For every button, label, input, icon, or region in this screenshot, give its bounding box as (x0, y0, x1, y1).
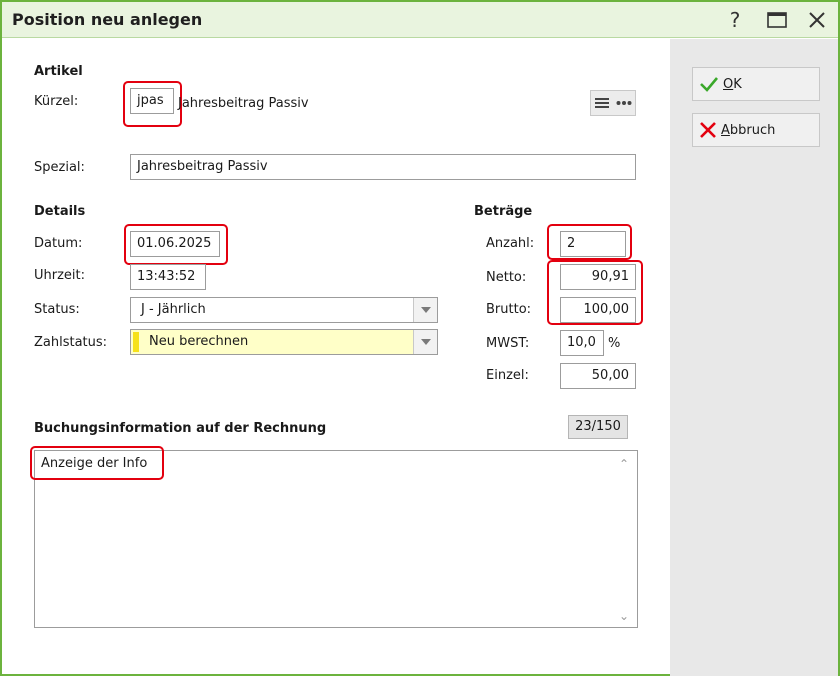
einzel-label: Einzel: (486, 368, 529, 383)
ok-label-accelerator: O (723, 76, 734, 92)
help-button[interactable]: ? (720, 6, 750, 34)
ok-label-rest: K (733, 76, 742, 92)
help-icon: ? (729, 8, 741, 32)
cancel-label-rest: bbruch (729, 122, 776, 138)
status-dropdown-button[interactable] (413, 298, 437, 322)
status-value: J - Jährlich (141, 302, 206, 317)
betraege-heading: Beträge (474, 204, 533, 219)
checkmark-icon (700, 77, 718, 92)
kuerzel-input[interactable]: jpas (130, 88, 174, 114)
brutto-label: Brutto: (486, 302, 532, 317)
datum-input[interactable]: 01.06.2025 (130, 231, 220, 257)
netto-label: Netto: (486, 270, 527, 285)
maximize-icon (767, 12, 787, 28)
netto-input[interactable]: 90,91 (560, 264, 636, 290)
close-icon (700, 122, 716, 138)
chevron-down-icon (420, 339, 431, 345)
action-sidebar: OK Abbruch (670, 39, 838, 676)
dialog-window: Position neu anlegen ? Artikel Kürzel: j… (0, 0, 840, 676)
anzahl-input[interactable]: 2 (560, 231, 626, 257)
spezial-input[interactable]: Jahresbeitrag Passiv (130, 154, 636, 180)
close-button[interactable] (802, 6, 832, 34)
list-icon[interactable] (594, 96, 610, 110)
ok-button[interactable]: OK (692, 67, 820, 101)
cancel-label-accelerator: A (721, 122, 730, 138)
cancel-button[interactable]: Abbruch (692, 113, 820, 147)
cancel-label: Abbruch (721, 123, 775, 138)
zahlstatus-dropdown-button[interactable] (413, 330, 437, 354)
uhrzeit-label: Uhrzeit: (34, 268, 86, 283)
maximize-button[interactable] (762, 6, 792, 34)
more-icon[interactable] (616, 100, 632, 106)
article-actions (590, 90, 636, 116)
title-bar: Position neu anlegen ? (2, 2, 838, 38)
chevron-down-icon (420, 307, 431, 313)
scroll-down-icon[interactable]: ⌄ (619, 609, 629, 623)
brutto-input[interactable]: 100,00 (560, 297, 636, 323)
mwst-input[interactable]: 10,0 (560, 330, 604, 356)
zahlstatus-value: Neu berechnen (149, 334, 249, 349)
buchung-text: Anzeige der Info (41, 456, 148, 471)
kuerzel-label: Kürzel: (34, 94, 79, 109)
artikel-heading: Artikel (34, 64, 83, 79)
scroll-up-icon[interactable]: ⌃ (619, 457, 629, 471)
zahlstatus-select[interactable]: Neu berechnen (130, 329, 438, 355)
ok-label: OK (723, 77, 742, 92)
spezial-label: Spezial: (34, 160, 85, 175)
zahlstatus-label: Zahlstatus: (34, 335, 108, 350)
anzahl-label: Anzahl: (486, 236, 535, 251)
datum-label: Datum: (34, 236, 83, 251)
details-heading: Details (34, 204, 86, 219)
close-icon (809, 12, 825, 28)
mwst-label: MWST: (486, 336, 530, 351)
buchung-textarea[interactable]: Anzeige der Info ⌃ ⌄ (34, 450, 638, 628)
window-title: Position neu anlegen (12, 10, 203, 29)
kuerzel-article-name: Jahresbeitrag Passiv (178, 96, 309, 111)
status-label: Status: (34, 302, 80, 317)
mwst-unit: % (608, 336, 621, 351)
uhrzeit-input[interactable]: 13:43:52 (130, 264, 206, 290)
einzel-input[interactable]: 50,00 (560, 363, 636, 389)
status-select[interactable]: J - Jährlich (130, 297, 438, 323)
zahlstatus-marker (133, 332, 139, 352)
char-counter: 23/150 (568, 415, 628, 439)
buchung-heading: Buchungsinformation auf der Rechnung (34, 421, 327, 436)
